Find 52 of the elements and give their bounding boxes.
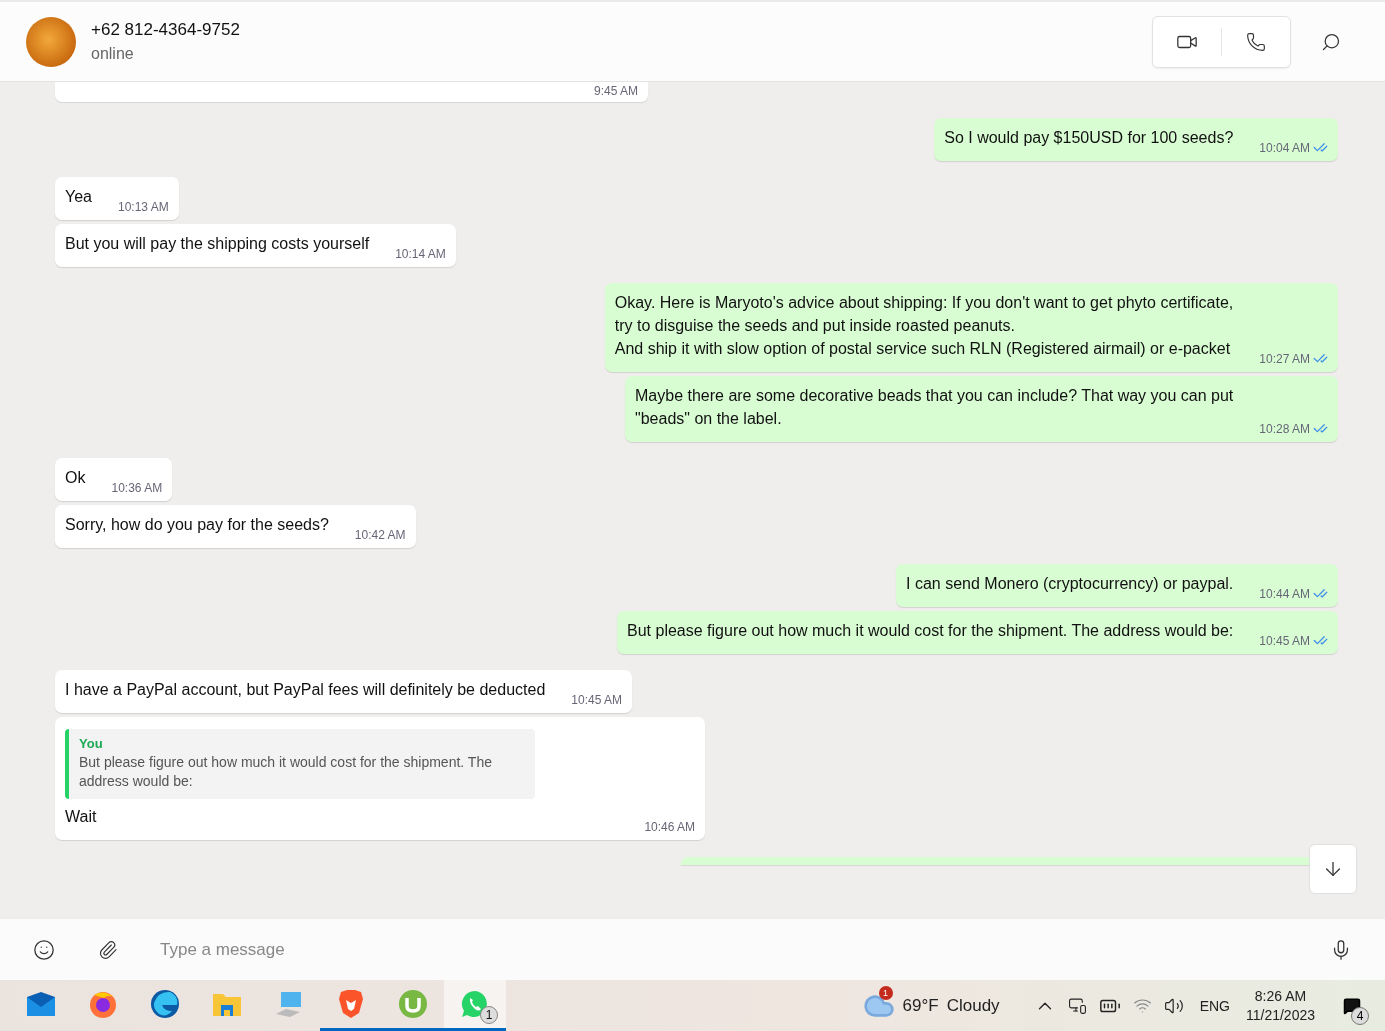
message-text: I have a PayPal account, but PayPal fees will definitely be deducted [65, 680, 546, 700]
search-icon [1321, 31, 1341, 52]
folder-icon [212, 991, 242, 1017]
message-time: 10:27 AM [1259, 351, 1310, 366]
message-time: 10:45 AM [571, 693, 622, 707]
message-time: 10:42 AM [354, 528, 406, 542]
contact-name: +62 812-4364-9752 [91, 20, 241, 40]
message-time: 10:28 AM [1259, 421, 1310, 436]
message-text: I can send Monero (cryptocurrency) or paypal. [906, 574, 1234, 594]
notification-count: 4 [1351, 1006, 1369, 1025]
quote-text: But please figure out how much it would cost for the shipment. The address would be: [79, 753, 493, 791]
taskbar-app[interactable]: 1 [444, 980, 506, 1031]
message-text: But you will pay the shipping costs yourself [65, 234, 370, 254]
message-text: Maybe there are some decorative beads that you can include? That way you can put "beads" on the label. [635, 386, 1234, 429]
message-time: 9:45 AM [593, 84, 638, 98]
message-time: 10:36 AM [111, 481, 163, 495]
quote-author: You [79, 736, 104, 751]
clock[interactable]: 8:26 AM 11/21/2023 [1239, 987, 1321, 1024]
message-text: So I would pay $150USD for 100 seeds? [944, 128, 1234, 148]
message-text: Wait [65, 807, 97, 827]
computer-icon [274, 990, 304, 1018]
message-input[interactable]: Type a message [158, 933, 1297, 966]
message-time: 10:46 AM [644, 820, 696, 834]
weather-condition: Cloudy [946, 995, 1000, 1016]
message-time: 10:14 AM [395, 247, 446, 261]
message-time: 10:13 AM [118, 200, 169, 214]
message-time: 10:45 AM [1259, 633, 1310, 648]
phone-icon [1246, 31, 1266, 52]
fox-globe-icon [88, 989, 118, 1019]
message-composer[interactable]: Type a message [0, 918, 1385, 980]
avatar-photo [26, 16, 76, 67]
message-time: 10:04 AM [1259, 140, 1310, 155]
message-text: Okay. Here is Maryoto's advice about shipping: If you don't want to get phyto certificate, try to disguise the seeds and put inside roasted peanuts. And ship it with slow option of postal service such RLN (Registered airmail) or e-packet [614, 293, 1234, 359]
temperature: 69°F [902, 995, 939, 1016]
scroll-down-button[interactable] [1309, 844, 1357, 894]
weather-badge: 1 [878, 985, 893, 1000]
paperclip-icon [98, 939, 118, 960]
contact-status: online [91, 45, 135, 63]
message-time: 10:44 AM [1259, 586, 1310, 601]
app-badge: 1 [480, 1006, 498, 1024]
quoted-message[interactable]: You But please figure out how much it would cost for the shipment. The address would be: [65, 729, 535, 799]
wifi-icon[interactable] [1132, 996, 1152, 1015]
torrent-icon [398, 989, 428, 1019]
message-text: But please figure out how much it would cost for the shipment. The address would be: [627, 621, 1234, 641]
message-text: Yea [65, 187, 92, 207]
message-text: Ok [65, 468, 86, 488]
chat-phone-icon [460, 989, 490, 1019]
smiley-icon [33, 938, 55, 961]
language-indicator[interactable]: ENG [1199, 997, 1230, 1014]
wave-swirl-icon [150, 989, 180, 1019]
envelope-icon [26, 991, 56, 1017]
message-text: Sorry, how do you pay for the seeds? [65, 515, 329, 535]
